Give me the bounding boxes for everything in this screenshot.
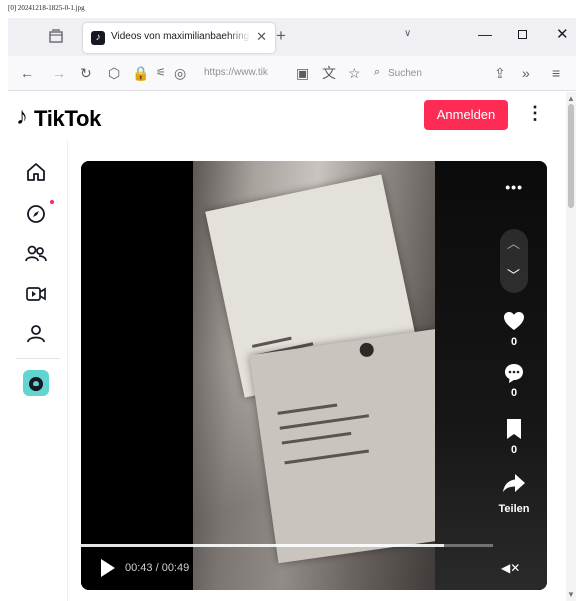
login-button[interactable]: Anmelden (424, 100, 508, 130)
video-letterbox-left (81, 161, 193, 590)
tiktok-page: ♪ TikTok Anmelden ⋮ ••• ︿ ﹀ 0 0 0 Teilen… (8, 92, 566, 601)
video-more-icon[interactable]: ••• (505, 179, 523, 195)
tab-title: Videos von maximilianbaehring (111, 31, 251, 42)
video-player[interactable]: ••• ︿ ﹀ 0 0 0 Teilen 00:43 / 00:49 ◀✕ (81, 161, 547, 590)
translate-icon[interactable]: 文 (322, 65, 336, 81)
bookmark-icon[interactable] (502, 417, 526, 441)
overflow-chevron-icon[interactable]: » (522, 65, 530, 81)
explore-notification-dot (50, 200, 54, 204)
search-placeholder: Suchen (388, 68, 422, 79)
browser-tab-active[interactable]: ♪ Videos von maximilianbaehring ✕ (83, 23, 275, 53)
comment-count: 0 (510, 387, 518, 399)
window-maximize-icon[interactable] (518, 30, 527, 39)
browser-tabstrip: ♪ Videos von maximilianbaehring ✕ + ∨ — … (8, 18, 576, 56)
search-field[interactable]: ⌕ Suchen (370, 61, 478, 86)
bookmark-star-icon[interactable]: ☆ (348, 65, 361, 81)
like-heart-icon[interactable] (502, 309, 526, 333)
window-close-icon[interactable]: ✕ (556, 25, 569, 43)
hamburger-menu-icon[interactable]: ≡ (552, 65, 560, 81)
list-all-tabs-icon[interactable]: ∨ (404, 28, 411, 39)
scrollbar-thumb[interactable] (568, 104, 574, 208)
url-bar[interactable]: ⬡ 🔒 ⚟ ◎ https://www.tik ▣ 文 ☆ (100, 61, 370, 86)
tiktok-header: ♪ TikTok Anmelden ⋮ (8, 92, 566, 140)
home-icon[interactable] (24, 160, 48, 184)
page-scrollbar[interactable]: ▲ ▼ (566, 92, 576, 601)
play-icon[interactable] (101, 559, 115, 577)
seal-image (358, 341, 375, 358)
browser-navbar: ← → ↻ ⬡ 🔒 ⚟ ◎ https://www.tik ▣ 文 ☆ ⌕ Su… (8, 56, 576, 91)
next-video-icon[interactable]: ﹀ (507, 265, 520, 284)
live-icon[interactable] (24, 282, 48, 306)
forward-icon[interactable]: → (52, 65, 66, 81)
extensions-icon[interactable]: ⇪ (494, 65, 506, 81)
tab-overview-icon[interactable] (48, 28, 64, 44)
more-options-icon[interactable]: ⋮ (526, 103, 544, 124)
back-icon[interactable]: ← (20, 65, 34, 81)
tracking-icon[interactable]: ◎ (174, 65, 186, 81)
new-tab-icon[interactable]: + (276, 26, 286, 46)
tiktok-logo-text[interactable]: TikTok (34, 106, 101, 132)
like-count: 0 (510, 336, 518, 348)
video-progress-fill (81, 544, 444, 547)
sidenav-divider (16, 358, 60, 359)
explore-icon[interactable] (24, 202, 48, 226)
following-icon[interactable] (24, 242, 48, 266)
tab-close-icon[interactable]: ✕ (256, 29, 267, 45)
scroll-down-icon[interactable]: ▼ (567, 590, 575, 599)
url-text: https://www.tik (204, 67, 268, 78)
reload-icon[interactable]: ↻ (80, 65, 92, 81)
video-letterbox-right (435, 161, 547, 590)
image-caption: [0] 20241218-1825-0-1.jpg (8, 4, 85, 12)
bookmark-count: 0 (510, 444, 518, 456)
video-time: 00:43 / 00:49 (125, 562, 190, 574)
profile-icon[interactable] (24, 322, 48, 346)
mute-speaker-icon[interactable]: ◀✕ (501, 561, 520, 575)
tiktok-favicon-icon: ♪ (91, 31, 105, 45)
tiktok-logo-icon[interactable]: ♪ (16, 103, 28, 131)
shield-icon[interactable]: ⬡ (108, 65, 120, 81)
permissions-icon[interactable]: ⚟ (156, 65, 166, 81)
reader-view-icon[interactable]: ▣ (296, 65, 309, 81)
window-minimize-icon[interactable]: — (478, 26, 492, 42)
search-icon: ⌕ (374, 66, 381, 78)
comment-icon[interactable] (502, 361, 526, 385)
previous-video-icon[interactable]: ︿ (507, 233, 520, 252)
video-progress-bar[interactable] (81, 544, 493, 547)
tiktok-sidenav (8, 140, 68, 601)
live-studio-icon[interactable] (23, 370, 49, 396)
share-arrow-icon[interactable] (502, 471, 526, 495)
share-label[interactable]: Teilen (489, 503, 539, 515)
video-frame[interactable] (193, 161, 467, 590)
lock-icon[interactable]: 🔒 (132, 65, 149, 81)
scroll-up-icon[interactable]: ▲ (567, 94, 575, 103)
